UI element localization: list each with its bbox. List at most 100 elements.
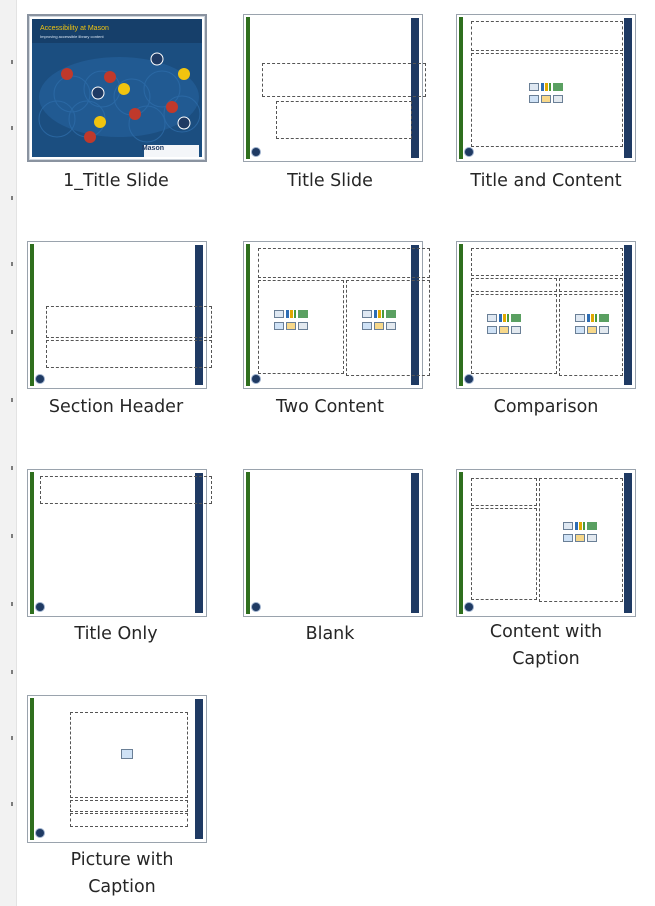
title-placeholder [70, 800, 188, 812]
layout-thumbnail [243, 14, 426, 162]
navy-accent-bar [195, 699, 203, 839]
layout-thumbnail [456, 241, 636, 389]
picture-icon [529, 95, 539, 103]
layout-name: Picture with Caption [70, 850, 174, 897]
caption-placeholder [471, 508, 537, 600]
title-slide-artwork: Accessibility at Mason Improving accessi… [32, 19, 202, 157]
picture-icon [487, 326, 497, 334]
content-icons [575, 314, 609, 340]
title-slide-heading: Accessibility at Mason [40, 25, 109, 32]
left-rail [0, 0, 17, 906]
green-accent-bar [246, 17, 250, 159]
chart-icon [286, 310, 296, 318]
green-accent-bar [459, 244, 463, 386]
text-placeholder [46, 340, 212, 368]
layout-thumbnail [27, 241, 212, 389]
smartart-icon [587, 522, 597, 530]
smartart-icon [386, 310, 396, 318]
layout-thumbnail [27, 469, 212, 617]
layout-thumbnail [456, 14, 636, 162]
video-icon [599, 326, 609, 334]
logo-icon [252, 375, 260, 383]
layout-thumbnail [27, 695, 207, 843]
logo-icon [252, 148, 260, 156]
online-picture-icon [374, 322, 384, 330]
chart-icon [499, 314, 509, 322]
online-picture-icon [575, 534, 585, 542]
logo-icon [36, 829, 44, 837]
hexagon-pattern-image [32, 19, 202, 157]
green-accent-bar [459, 472, 463, 614]
smartart-icon [511, 314, 521, 322]
picture-icon [121, 749, 133, 759]
layout-name: Comparison [493, 397, 599, 417]
navy-accent-bar [624, 18, 632, 158]
smartart-icon [298, 310, 308, 318]
navy-accent-bar [624, 473, 632, 613]
table-icon [575, 314, 585, 322]
video-icon [553, 95, 563, 103]
table-icon [487, 314, 497, 322]
table-icon [529, 83, 539, 91]
logo-icon [465, 603, 473, 611]
chart-icon [374, 310, 384, 318]
picture-icon [362, 322, 372, 330]
title-placeholder [471, 478, 537, 506]
green-accent-bar [246, 244, 250, 386]
title-placeholder [471, 248, 623, 276]
caption-placeholder [70, 813, 188, 827]
title-placeholder [262, 63, 426, 97]
layout-name: Section Header [48, 397, 184, 417]
layout-name: Two Content [276, 397, 384, 417]
video-icon [511, 326, 521, 334]
video-icon [587, 534, 597, 542]
smartart-icon [599, 314, 609, 322]
smartart-icon [553, 83, 563, 91]
logo-icon [465, 148, 473, 156]
content-icons [274, 310, 308, 336]
navy-accent-bar [411, 473, 419, 613]
logo-icon [36, 375, 44, 383]
layout-name: Title and Content [470, 171, 622, 191]
chart-icon [575, 522, 585, 530]
table-icon [563, 522, 573, 530]
online-picture-icon [541, 95, 551, 103]
title-slide-footer: Mason [141, 145, 164, 152]
green-accent-bar [30, 244, 34, 386]
content-icons [487, 314, 521, 340]
layout-thumbnail [456, 469, 636, 617]
layout-thumbnail: Accessibility at Mason Improving accessi… [27, 14, 207, 162]
green-accent-bar [30, 698, 34, 840]
title-slide-subheading: Improving accessible library content [40, 34, 104, 39]
green-accent-bar [30, 472, 34, 614]
layout-name: Title Slide [287, 171, 373, 191]
layout-name: 1_Title Slide [63, 171, 169, 191]
video-icon [298, 322, 308, 330]
video-icon [386, 322, 396, 330]
layout-thumbnail [243, 469, 423, 617]
online-picture-icon [286, 322, 296, 330]
chart-icon [541, 83, 551, 91]
table-icon [362, 310, 372, 318]
picture-icon [575, 326, 585, 334]
online-picture-icon [499, 326, 509, 334]
picture-icon [563, 534, 573, 542]
chart-icon [587, 314, 597, 322]
green-accent-bar [459, 17, 463, 159]
layout-name: Blank [305, 624, 355, 644]
right-heading-placeholder [559, 278, 623, 292]
layout-name: Title Only [74, 624, 158, 644]
green-accent-bar [246, 472, 250, 614]
left-heading-placeholder [471, 278, 557, 292]
online-picture-icon [587, 326, 597, 334]
navy-accent-bar [624, 245, 632, 385]
title-placeholder [46, 306, 212, 338]
layout-name: Content with Caption [489, 622, 603, 669]
title-placeholder [258, 248, 430, 278]
picture-icon [274, 322, 284, 330]
logo-icon [252, 603, 260, 611]
content-icons [362, 310, 396, 336]
logo-icon [465, 375, 473, 383]
title-placeholder [40, 476, 212, 504]
table-icon [274, 310, 284, 318]
